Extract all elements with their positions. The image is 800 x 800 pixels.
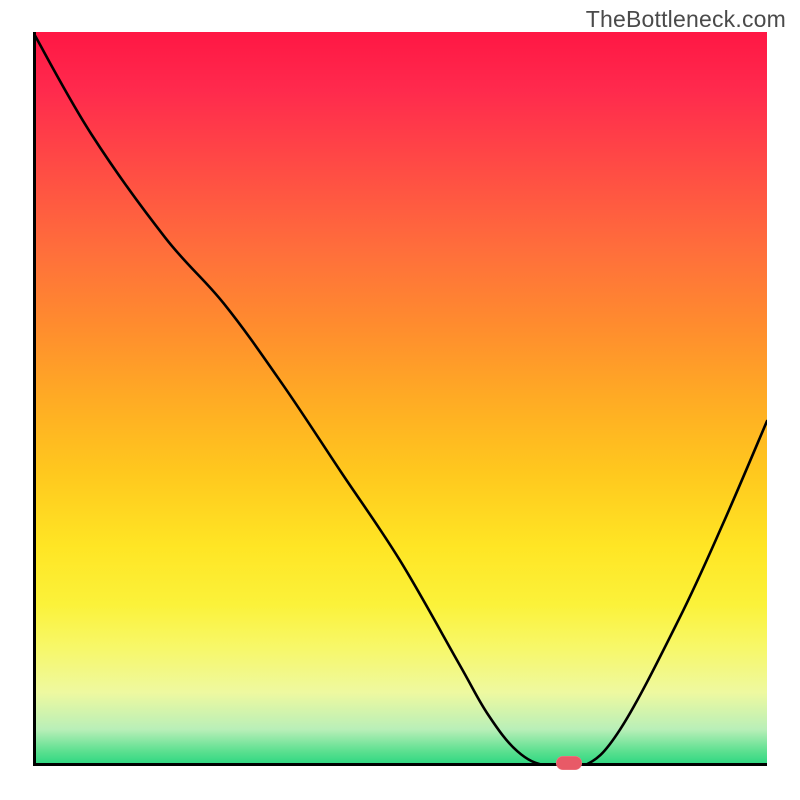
- optimal-point-marker: [556, 756, 582, 770]
- watermark-text: TheBottleneck.com: [586, 6, 786, 33]
- bottleneck-curve-path: [33, 32, 767, 766]
- chart-svg-layer: [33, 32, 767, 766]
- chart-container: TheBottleneck.com: [0, 0, 800, 800]
